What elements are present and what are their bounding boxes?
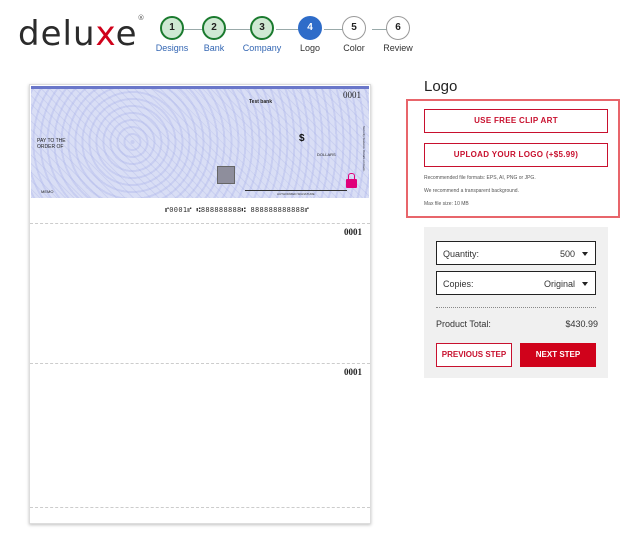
file-formats-note: Recommended file formats: EPS, AI, PNG o…: [424, 175, 536, 181]
previous-step-button[interactable]: PREVIOUS STEP: [436, 343, 512, 367]
chevron-down-icon: [582, 282, 588, 286]
copies-select[interactable]: Copies: Original: [436, 271, 596, 295]
progress-stepper: 1 Designs 2 Bank 3 Company 4 Logo 5 Colo…: [150, 16, 420, 60]
logo-section-title: Logo: [424, 78, 458, 95]
upload-logo-button[interactable]: UPLOAD YOUR LOGO (+$5.99): [424, 143, 608, 167]
check-memo-label: MEMO: [41, 189, 54, 194]
step-company[interactable]: 3 Company: [240, 16, 284, 53]
product-total-value: $430.99: [565, 319, 598, 329]
pay-to-line2: ORDER OF: [37, 144, 64, 150]
step-number: 2: [202, 16, 226, 40]
check-security-text: Security features. Details on back.: [362, 126, 366, 172]
step-designs[interactable]: 1 Designs: [150, 16, 194, 53]
security-chip-icon: [217, 166, 235, 184]
use-clip-art-button[interactable]: USE FREE CLIP ART: [424, 109, 608, 133]
micr-line: ⑈0001⑈ ⑆888888888⑆ 888888888888⑈: [30, 206, 370, 214]
stub-number: 0001: [344, 367, 362, 377]
step-label: Logo: [299, 43, 321, 53]
logo-suffix: e: [115, 14, 138, 54]
step-number: 4: [298, 16, 322, 40]
quantity-select[interactable]: Quantity: 500: [436, 241, 596, 265]
step-logo[interactable]: 4 Logo: [288, 16, 332, 53]
check-dollars-label: DOLLARS: [317, 152, 336, 157]
perforation-line: [30, 363, 370, 364]
next-step-button[interactable]: NEXT STEP: [520, 343, 596, 367]
step-number: 5: [342, 16, 366, 40]
check-top-bar: [31, 86, 369, 89]
background-note: We recommend a transparent background.: [424, 188, 519, 194]
step-label: Color: [343, 43, 365, 53]
check-preview: 0001 Test bank PAY TO THE ORDER OF $ DOL…: [29, 84, 371, 524]
signature-label: AUTHORIZED SIGNATURE: [277, 192, 315, 196]
logo-trademark: ®: [137, 14, 146, 22]
step-color[interactable]: 5 Color: [332, 16, 376, 53]
logo-options-box: USE FREE CLIP ART UPLOAD YOUR LOGO (+$5.…: [406, 99, 620, 218]
stub-number: 0001: [344, 227, 362, 237]
check-face: 0001 Test bank PAY TO THE ORDER OF $ DOL…: [31, 86, 369, 198]
deluxe-logo[interactable]: deluxe®: [18, 14, 146, 54]
copies-value: Original: [543, 279, 575, 289]
step-number: 3: [250, 16, 274, 40]
perforation-line: [30, 223, 370, 224]
step-review[interactable]: 6 Review: [376, 16, 420, 53]
logo-accent: x: [95, 14, 116, 54]
total-divider: [436, 307, 596, 308]
check-pay-to-label: PAY TO THE ORDER OF: [37, 138, 77, 150]
step-label: Designs: [155, 43, 189, 53]
check-bank-name: Test bank: [249, 99, 272, 105]
copies-label: Copies:: [443, 279, 474, 289]
quantity-label: Quantity:: [443, 249, 480, 259]
perforation-line: [30, 507, 370, 508]
step-label: Bank: [203, 43, 225, 53]
file-size-note: Max file size: 10 MB: [424, 201, 469, 207]
micr-text: ⑈0001⑈ ⑆888888888⑆ 888888888888⑈: [164, 206, 310, 214]
logo-prefix: delu: [18, 14, 96, 54]
order-summary: Quantity: 500 Copies: Original Product T…: [424, 227, 608, 378]
lock-icon: [346, 173, 357, 188]
check-dollar-sign: $: [299, 133, 305, 144]
step-number: 6: [386, 16, 410, 40]
step-number: 1: [160, 16, 184, 40]
quantity-value: 500: [559, 249, 575, 259]
step-label: Company: [242, 43, 282, 53]
product-total-label: Product Total:: [436, 319, 491, 329]
signature-line: [245, 190, 347, 191]
step-bank[interactable]: 2 Bank: [192, 16, 236, 53]
chevron-down-icon: [582, 252, 588, 256]
check-number: 0001: [343, 90, 361, 100]
step-label: Review: [383, 43, 413, 53]
